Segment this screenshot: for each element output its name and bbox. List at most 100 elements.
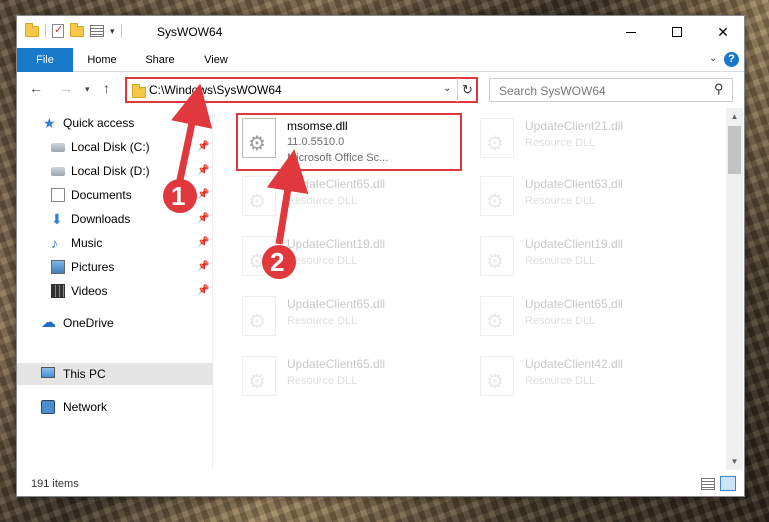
file-name: UpdateClient21.dll (525, 119, 624, 133)
pin-icon[interactable]: 📌 (197, 136, 209, 158)
item-count: 191 items (31, 478, 79, 490)
scroll-thumb[interactable] (728, 126, 741, 174)
dll-file-icon (242, 356, 276, 396)
scroll-down-icon[interactable]: ▼ (726, 453, 743, 470)
maximize-button[interactable] (654, 16, 700, 48)
dll-file-icon (480, 118, 514, 158)
ribbon-tabs: File Home Share View ⌄ ? (17, 48, 744, 72)
dll-file-icon (242, 176, 276, 216)
star-icon: ★ (43, 115, 56, 131)
vertical-scrollbar[interactable]: ▲ ▼ (726, 108, 743, 470)
sidebar-item-this-pc[interactable]: This PC (17, 363, 213, 385)
minimize-icon (626, 31, 636, 33)
file-version: Resource DLL (525, 315, 596, 327)
sidebar-item-pictures[interactable]: Pictures 📌 (17, 256, 213, 278)
maximize-icon (672, 27, 682, 37)
pin-icon[interactable]: 📌 (197, 232, 209, 254)
file-name: UpdateClient42.dll (525, 357, 624, 371)
folder-icon (132, 84, 146, 98)
address-bar[interactable]: C:\Windows\SysWOW64 ⌄ ↻ (125, 77, 478, 103)
toolbar-separator (120, 24, 122, 38)
sidebar-item-label: OneDrive (63, 316, 114, 330)
sidebar-item-label: Local Disk (D:) (71, 164, 150, 178)
file-item[interactable]: UpdateClient42.dll Resource DLL (474, 348, 704, 400)
address-path[interactable]: C:\Windows\SysWOW64 (149, 83, 282, 97)
minimize-button[interactable] (608, 16, 654, 48)
sidebar-item-local-disk-c[interactable]: Local Disk (C:) 📌 (17, 136, 213, 158)
forward-arrow-icon[interactable]: → (59, 80, 73, 96)
file-version: Resource DLL (525, 195, 596, 207)
sidebar-item-label: Downloads (71, 212, 131, 226)
pin-icon[interactable]: 📌 (197, 160, 209, 182)
dll-file-icon (480, 236, 514, 276)
file-version: Resource DLL (287, 255, 358, 267)
file-version: Resource DLL (525, 375, 596, 387)
new-folder-icon[interactable] (70, 22, 84, 37)
large-icons-view-icon[interactable] (720, 476, 736, 491)
drive-icon (51, 143, 65, 152)
tab-share[interactable]: Share (135, 48, 185, 72)
pin-icon[interactable]: 📌 (197, 208, 209, 230)
tab-home[interactable]: Home (77, 48, 127, 72)
sidebar-item-music[interactable]: ♪ Music 📌 (17, 232, 213, 254)
videos-icon (51, 284, 65, 298)
download-icon: ⬇ (51, 211, 63, 227)
pin-icon[interactable]: 📌 (197, 256, 209, 278)
help-icon[interactable]: ? (724, 52, 739, 67)
search-box[interactable]: Search SysWOW64 ⚲ (489, 78, 733, 102)
dll-file-icon (480, 356, 514, 396)
file-highlight-box (236, 113, 462, 171)
drive-icon (51, 167, 65, 176)
refresh-icon[interactable]: ↻ (457, 78, 477, 102)
sidebar-item-label: Pictures (71, 260, 115, 274)
file-item[interactable]: UpdateClient65.dll Resource DLL (236, 168, 466, 220)
file-item[interactable]: UpdateClient65.dll Resource DLL (474, 288, 704, 340)
sidebar-item-local-disk-d[interactable]: Local Disk (D:) 📌 (17, 160, 213, 182)
details-view-icon[interactable] (701, 478, 715, 490)
file-version: Resource DLL (287, 195, 358, 207)
file-version: Resource DLL (287, 315, 358, 327)
file-item[interactable]: UpdateClient65.dll Resource DLL (236, 348, 466, 400)
dll-file-icon (480, 296, 514, 336)
dll-file-icon (242, 296, 276, 336)
file-name: UpdateClient19.dll (525, 237, 624, 251)
search-icon[interactable]: ⚲ (714, 81, 724, 97)
properties-check-icon[interactable] (52, 23, 64, 38)
sidebar-item-quick-access[interactable]: ★ Quick access (17, 112, 213, 134)
computer-icon (41, 367, 55, 378)
tab-file[interactable]: File (17, 48, 73, 72)
back-arrow-icon[interactable]: ← (29, 80, 43, 96)
sidebar-item-downloads[interactable]: ⬇ Downloads 📌 (17, 208, 213, 230)
status-bar: 191 items (17, 472, 744, 496)
expand-ribbon-chevron-icon[interactable]: ⌄ (709, 53, 717, 64)
sidebar-item-label: Network (63, 400, 108, 414)
address-history-chevron-icon[interactable]: ⌄ (443, 83, 451, 94)
navigation-pane: ★ Quick access Local Disk (C:) 📌 Local D… (17, 108, 213, 470)
pin-icon[interactable]: 📌 (197, 184, 209, 206)
sidebar-item-onedrive[interactable]: ☁ OneDrive (17, 312, 213, 334)
properties-icon[interactable] (90, 25, 104, 37)
file-item[interactable]: UpdateClient19.dll Resource DLL (474, 228, 704, 280)
file-version: Resource DLL (525, 137, 596, 149)
close-button[interactable]: ✕ (700, 16, 746, 48)
file-item[interactable]: UpdateClient19.dll Resource DLL (236, 228, 466, 280)
tab-view[interactable]: View (193, 48, 239, 72)
up-arrow-icon[interactable]: ↑ (103, 80, 110, 96)
file-item[interactable]: UpdateClient65.dll Resource DLL (236, 288, 466, 340)
customize-toolbar-chevron-icon[interactable]: ▾ (110, 26, 115, 37)
sidebar-item-network[interactable]: Network (17, 396, 213, 418)
search-input[interactable]: Search SysWOW64 (499, 84, 606, 98)
recent-locations-chevron-icon[interactable]: ▾ (85, 84, 90, 95)
window-title: SysWOW64 (157, 25, 223, 39)
file-item[interactable]: UpdateClient63.dll Resource DLL (474, 168, 704, 220)
file-item[interactable]: UpdateClient21.dll Resource DLL (474, 110, 704, 162)
pin-icon[interactable]: 📌 (197, 280, 209, 302)
sidebar-item-documents[interactable]: Documents 📌 (17, 184, 213, 206)
file-version: Resource DLL (525, 255, 596, 267)
scroll-up-icon[interactable]: ▲ (726, 108, 743, 125)
file-name: UpdateClient65.dll (287, 357, 386, 371)
sidebar-item-label: Music (71, 236, 103, 250)
sidebar-item-videos[interactable]: Videos 📌 (17, 280, 213, 302)
sidebar-item-label: Videos (71, 284, 108, 298)
file-name: UpdateClient19.dll (287, 237, 386, 251)
